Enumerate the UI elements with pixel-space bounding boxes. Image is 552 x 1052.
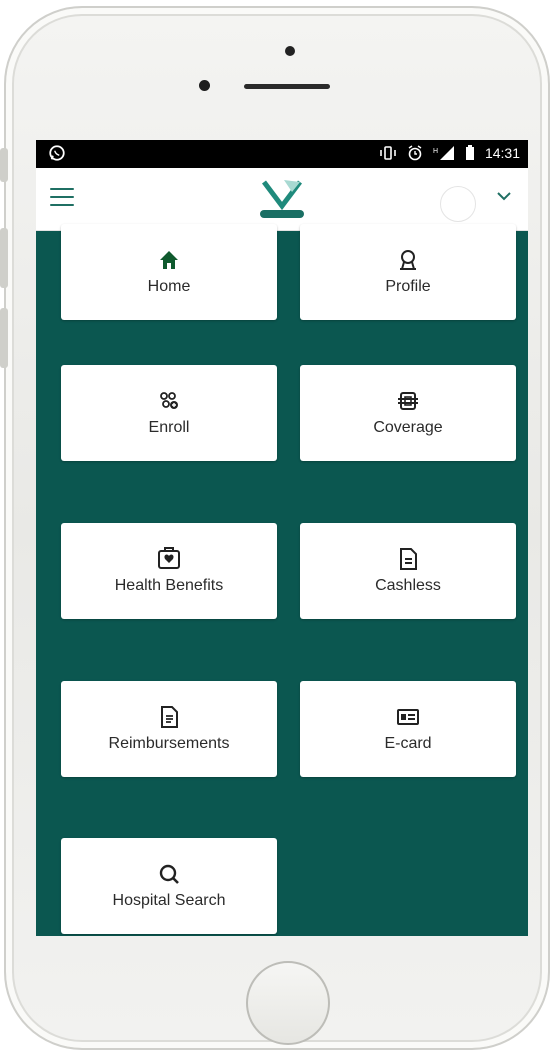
volume-down-button (0, 308, 8, 368)
mute-switch (0, 148, 8, 182)
vibrate-icon (380, 146, 396, 160)
tile-label: Coverage (373, 419, 443, 436)
tile-profile[interactable]: Profile (300, 224, 516, 320)
hospital-search-icon (159, 864, 179, 884)
proximity-sensor (199, 80, 210, 91)
svg-text:H: H (433, 148, 438, 155)
battery-icon (465, 145, 474, 160)
home-icon (160, 251, 178, 269)
tile-health-benefits[interactable]: Health Benefits (61, 523, 277, 619)
tile-coverage[interactable]: Coverage (300, 365, 516, 461)
alarm-icon (408, 145, 422, 161)
hamburger-icon[interactable] (50, 188, 74, 208)
chevron-down-icon[interactable] (494, 188, 514, 204)
ecard-icon (397, 709, 419, 725)
profile-icon (400, 250, 416, 270)
earpiece-speaker (244, 84, 330, 89)
status-bar: H 14:31 (36, 140, 528, 168)
health-benefits-icon (158, 547, 180, 569)
tile-label: E-card (384, 735, 432, 752)
tile-label: Reimbursements (108, 735, 230, 752)
tile-label: Profile (385, 278, 431, 295)
app-bar (36, 168, 528, 231)
tile-enroll[interactable]: Enroll (61, 365, 277, 461)
coverage-icon (398, 392, 418, 410)
whatsapp-icon (49, 145, 65, 161)
tile-label: Enroll (148, 419, 190, 436)
tile-label: Home (147, 278, 191, 295)
tile-label: Hospital Search (112, 892, 226, 909)
app-screen: H 14:31 Home Profile Enroll Coverage Hea… (36, 140, 528, 936)
cashless-icon (400, 548, 417, 570)
volume-up-button (0, 228, 8, 288)
tile-ecard[interactable]: E-card (300, 681, 516, 777)
home-button[interactable] (246, 961, 330, 1045)
tile-label: Health Benefits (114, 577, 224, 594)
tile-home[interactable]: Home (61, 224, 277, 320)
menu-grid: Home Profile Enroll Coverage Health Bene… (36, 224, 528, 936)
front-camera (285, 46, 295, 56)
brand-logo (260, 180, 304, 218)
reimbursements-icon (161, 706, 178, 728)
status-time: 14:31 (484, 145, 520, 161)
tile-label: Cashless (375, 577, 441, 594)
tile-hospital-search[interactable]: Hospital Search (61, 838, 277, 934)
signal-icon: H (433, 146, 454, 160)
avatar[interactable] (440, 186, 476, 222)
tile-reimbursements[interactable]: Reimbursements (61, 681, 277, 777)
tile-cashless[interactable]: Cashless (300, 523, 516, 619)
enroll-icon (160, 392, 178, 409)
